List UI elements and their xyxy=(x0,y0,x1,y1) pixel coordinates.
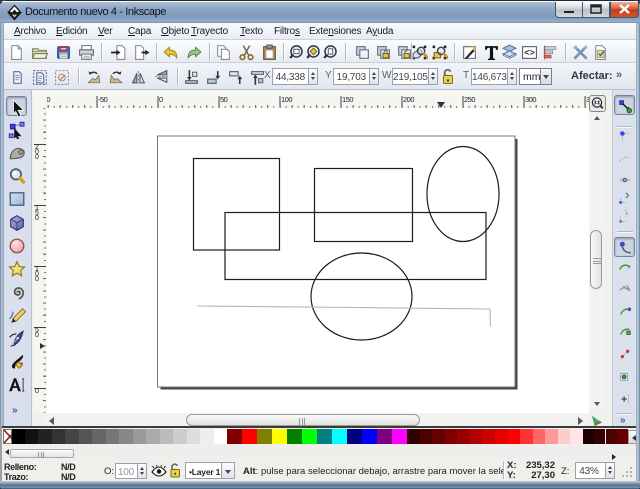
svg-text:<>: <> xyxy=(524,47,535,58)
